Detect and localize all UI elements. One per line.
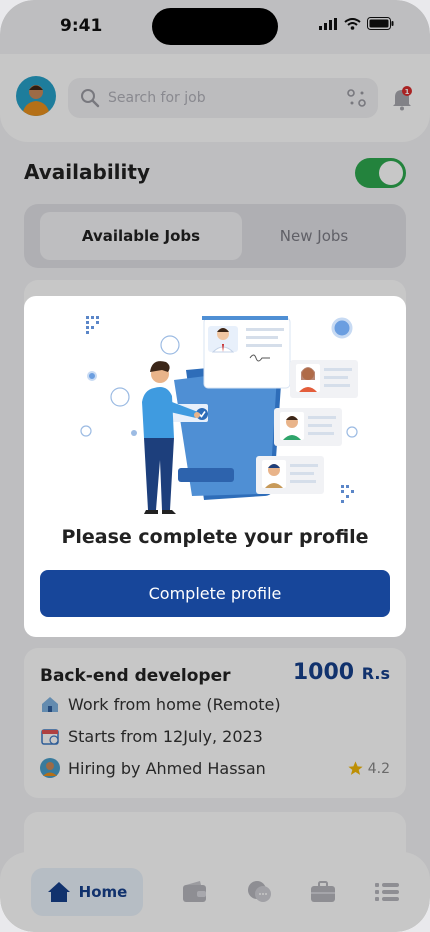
profile-illustration	[80, 316, 358, 514]
modal-message: Please complete your profile	[61, 526, 369, 548]
phone-screen: 9:41 Search for job 1 Availability Avail…	[0, 0, 430, 932]
complete-profile-modal: Please complete your profile Complete pr…	[24, 296, 406, 637]
complete-profile-button[interactable]: Complete profile	[40, 570, 390, 617]
